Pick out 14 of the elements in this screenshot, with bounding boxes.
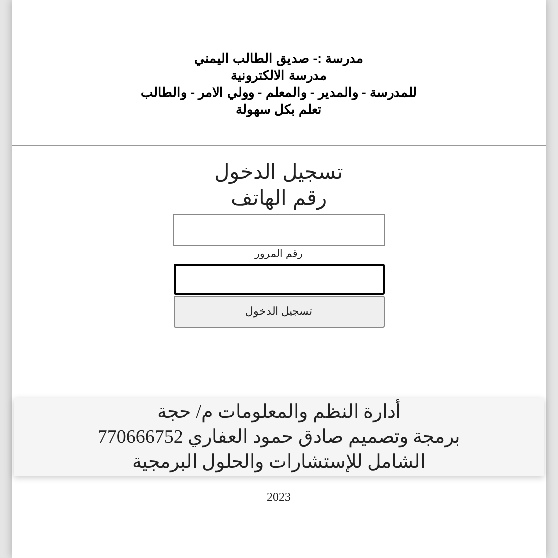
phone-label: رقم الهاتف xyxy=(231,186,327,212)
footer-line: الشامل للإستشارات والحلول البرمجية xyxy=(132,450,426,474)
header-line: مدرسة الالكترونية xyxy=(231,67,327,84)
login-button[interactable]: تسجيل الدخول xyxy=(174,296,384,328)
footer-line: أدارة النظم والمعلومات م/ حجة xyxy=(157,400,401,424)
password-label: رقم المرور xyxy=(255,248,303,262)
year-text: 2023 xyxy=(267,489,291,506)
header-line: مدرسة :- صديق الطالب اليمني xyxy=(194,50,364,67)
footer-line: برمجة وتصميم صادق حمود العفاري 770666752 xyxy=(98,426,460,450)
phone-field[interactable] xyxy=(173,214,385,246)
password-field[interactable] xyxy=(174,264,384,295)
login-title: تسجيل الدخول xyxy=(214,160,344,186)
header-line: للمدرسة - والمدير - والمعلم - وولي الامر - والطالب xyxy=(141,84,417,101)
header-line: تعلم بكل سهولة xyxy=(236,101,322,118)
